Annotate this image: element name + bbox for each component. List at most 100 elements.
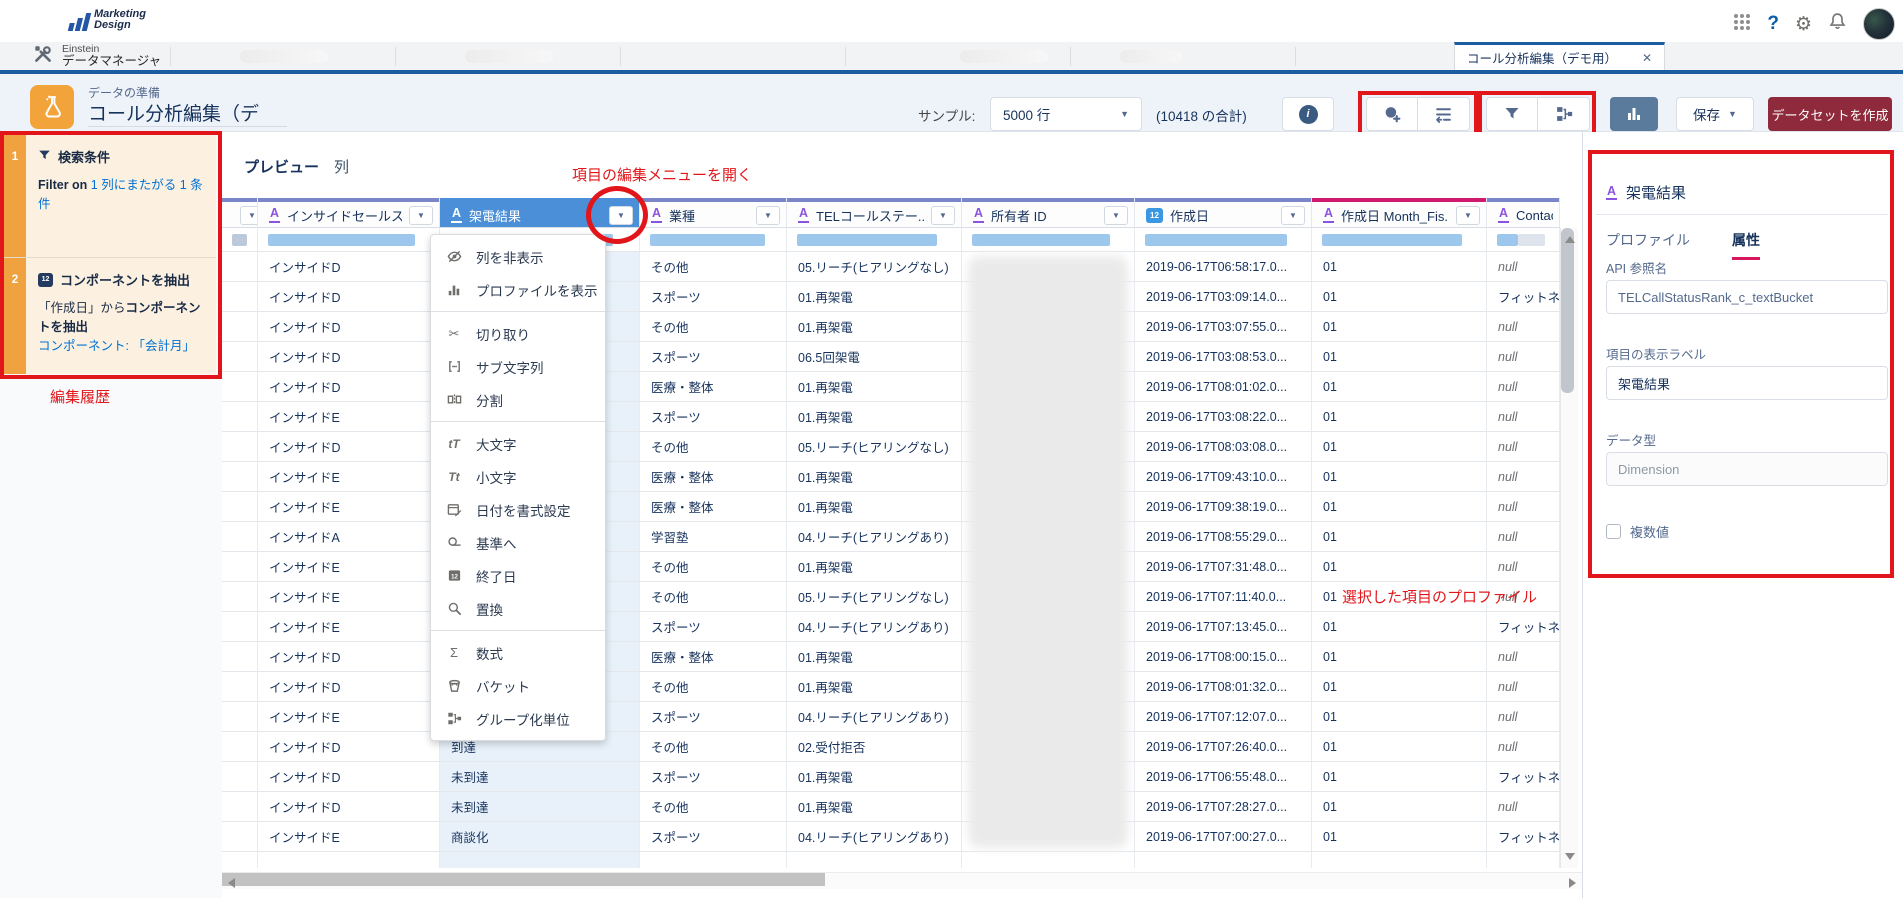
create-dataset-button[interactable]: データセットを作成 (1768, 97, 1892, 131)
annotation-selected-field-profile: 選択した項目のプロファイル (1342, 586, 1537, 607)
menu-item-profile[interactable]: プロファイルを表示 (431, 273, 605, 306)
scroll-up-arrow[interactable] (1565, 236, 1575, 243)
column-menu-button-gyoshu[interactable]: ▼ (756, 206, 780, 225)
table-cell-contact: フィットネス (1487, 282, 1560, 312)
table-cell-owner (962, 852, 1135, 868)
redacted-tab-label[interactable] (240, 50, 328, 63)
marketing-design-logo: MarketingDesign (70, 9, 146, 31)
table-cell-month: 01 (1312, 252, 1487, 282)
menu-divider (431, 630, 605, 631)
table-header-row: y▼Aインサイドセールス▼A架電結果▼A業種▼ATELコールステー...▼A所有… (222, 198, 1560, 228)
column-menu-button-c0[interactable]: ▼ (240, 206, 257, 225)
table-cell-c0 (222, 702, 258, 732)
column-menu-button-month[interactable]: ▼ (1456, 206, 1480, 225)
table-cell-c0 (222, 462, 258, 492)
redacted-tab-label[interactable] (465, 50, 553, 63)
column-header-c0[interactable]: y▼ (222, 198, 258, 228)
dimension-type-icon: A (1323, 207, 1334, 222)
menu-item-replace[interactable]: 置換 (431, 592, 605, 625)
column-header-month[interactable]: A作成日 Month_Fis...▼ (1312, 198, 1487, 228)
menu-item-upper[interactable]: tT大文字 (431, 427, 605, 460)
table-cell-c0 (222, 492, 258, 522)
bucket-icon (445, 678, 463, 693)
dataprep-flask-icon (30, 85, 74, 129)
column-menu-button-created[interactable]: ▼ (1281, 206, 1305, 225)
scroll-down-arrow[interactable] (1565, 853, 1575, 860)
table-cell-ins: インサイドE (258, 702, 440, 732)
column-label: 業種 (669, 206, 749, 225)
help-icon[interactable]: ? (1767, 13, 1779, 35)
tab-separator (620, 47, 621, 66)
table-cell-contact: null (1487, 792, 1560, 822)
menu-item-enddate[interactable]: 12終了日 (431, 559, 605, 592)
horizontal-scroll-thumb[interactable] (222, 873, 825, 886)
column-menu-button-ins[interactable]: ▼ (409, 206, 433, 225)
menu-item-trim[interactable]: 基準へ (431, 526, 605, 559)
scroll-right-arrow[interactable] (1569, 878, 1576, 888)
column-menu-button-tel[interactable]: ▼ (931, 206, 955, 225)
table-cell-gyoshu: その他 (640, 582, 787, 612)
menu-item-bucket[interactable]: バケット (431, 669, 605, 702)
tab-preview[interactable]: プレビュー (244, 156, 319, 177)
menu-item-formula[interactable]: Σ数式 (431, 636, 605, 669)
table-cell-tel: 01.再架電 (787, 312, 962, 342)
annotation-edit-history: 編集履歴 (50, 386, 110, 407)
notifications-bell-icon[interactable] (1828, 12, 1847, 36)
scroll-left-arrow[interactable] (228, 878, 235, 888)
table-cell-gyoshu: その他 (640, 732, 787, 762)
column-header-created[interactable]: 12作成日▼ (1135, 198, 1312, 228)
histogram-cell-gyoshu (640, 228, 787, 252)
vertical-scrollbar[interactable] (1560, 228, 1578, 868)
menu-item-split[interactable]: 分割 (431, 383, 605, 416)
menu-item-substr[interactable]: サブ文字列 (431, 350, 605, 383)
redacted-tab-label[interactable] (960, 50, 1048, 63)
table-cell-gyoshu: その他 (640, 552, 787, 582)
column-header-ins[interactable]: Aインサイドセールス▼ (258, 198, 440, 228)
table-cell-month: 01 (1312, 762, 1487, 792)
table-row: インサイドD医療・整体01.再架電2019-06-17T08:01:02.0..… (222, 372, 1560, 402)
table-cell-c0 (222, 312, 258, 342)
table-cell-ins: インサイドE (258, 612, 440, 642)
table-cell-contact: null (1487, 462, 1560, 492)
menu-item-group[interactable]: グループ化単位 (431, 702, 605, 735)
table-cell-kekka (440, 852, 640, 868)
column-header-owner[interactable]: A所有者 ID▼ (962, 198, 1135, 228)
menu-item-hide[interactable]: 列を非表示 (431, 240, 605, 273)
user-avatar[interactable] (1863, 8, 1895, 40)
column-header-contact[interactable]: AContactID_ (1487, 198, 1560, 228)
menu-item-cut[interactable]: ✂切り取り (431, 317, 605, 350)
column-menu-button-owner[interactable]: ▼ (1104, 206, 1128, 225)
redacted-tab-label[interactable] (1120, 50, 1182, 63)
column-header-gyoshu[interactable]: A業種▼ (640, 198, 787, 228)
redacted-owner-id-values (968, 256, 1128, 848)
menu-item-label: 小文字 (476, 467, 517, 487)
settings-gear-icon[interactable]: ⚙ (1795, 15, 1812, 34)
histogram-cell-ins (258, 228, 440, 252)
column-header-tel[interactable]: ATELコールステー...▼ (787, 198, 962, 228)
table-cell-month: 01 (1312, 792, 1487, 822)
data-preview-table: y▼Aインサイドセールス▼A架電結果▼A業種▼ATELコールステー...▼A所有… (222, 198, 1578, 868)
horizontal-scrollbar[interactable] (222, 872, 1582, 889)
table-cell-c0 (222, 252, 258, 282)
sample-size-value: 5000 行 (1003, 104, 1050, 124)
info-button[interactable]: i (1282, 97, 1334, 131)
menu-item-lower[interactable]: Tt小文字 (431, 460, 605, 493)
table-cell-ins: インサイドD (258, 372, 440, 402)
tab-columns[interactable]: 列 (334, 156, 349, 177)
menu-item-datefmt[interactable]: 日付を書式設定 (431, 493, 605, 526)
table-cell-month: 01 (1312, 492, 1487, 522)
save-button[interactable]: 保存 ▼ (1676, 97, 1754, 131)
einstein-data-manager-tab[interactable]: Einstein データマネージャ (28, 42, 170, 70)
edit-history-toggle-button[interactable] (1610, 97, 1658, 131)
active-browser-tab[interactable]: コール分析編集（デモ用） ✕ (1454, 42, 1665, 70)
menu-item-label: 切り取り (476, 324, 530, 344)
table-cell-c0 (222, 612, 258, 642)
close-tab-icon[interactable]: ✕ (1642, 51, 1652, 65)
app-launcher-icon[interactable] (1733, 13, 1751, 36)
table-cell-tel: 01.再架電 (787, 762, 962, 792)
sample-size-select[interactable]: 5000 行 ▼ (990, 97, 1142, 131)
vertical-scroll-thumb[interactable] (1561, 228, 1574, 393)
table-cell-created: 2019-06-17T09:43:10.0... (1135, 462, 1312, 492)
table-cell-tel: 05.リーチ(ヒアリングなし) (787, 582, 962, 612)
table-cell-tel: 01.再架電 (787, 462, 962, 492)
